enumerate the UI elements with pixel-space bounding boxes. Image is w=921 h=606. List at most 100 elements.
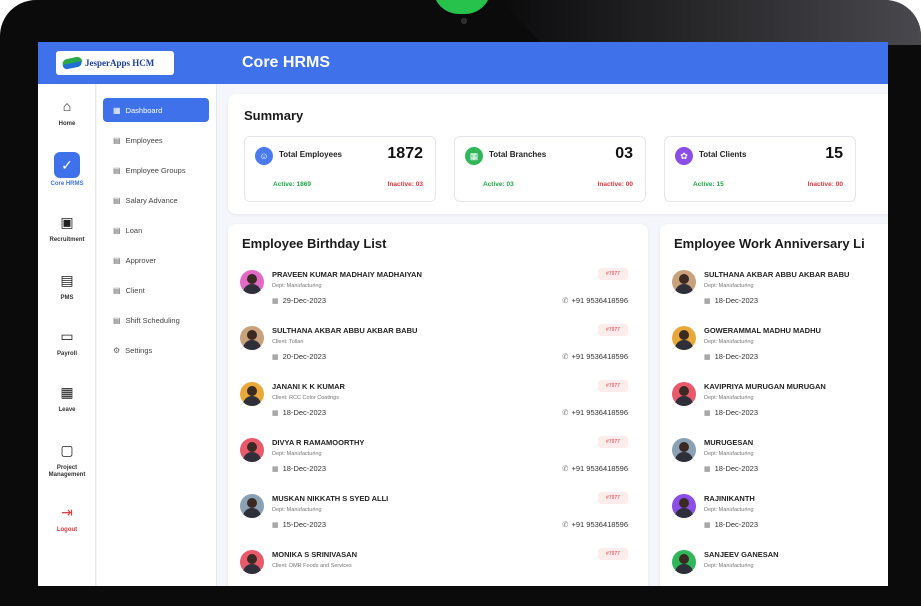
list-item[interactable]: MONIKA S SRINIVASAN Client: DMR Foods and…: [240, 548, 640, 586]
employee-phone-value: +91 9536418596: [571, 520, 628, 529]
birthday-list-title: Employee Birthday List: [242, 236, 387, 251]
rail-item-label: Core HRMS: [50, 181, 84, 187]
submenu-item-label: Salary Advance: [125, 195, 178, 205]
list-item[interactable]: KAVIPRIYA MURUGAN MURUGAN Dept: Manufactu…: [672, 380, 888, 436]
submenu-item-label: Employees: [125, 135, 163, 145]
inactive-count: Inactive: 00: [807, 181, 843, 188]
list-item[interactable]: GOWERAMMAL MADHU MADHU Dept: Manufacturin…: [672, 324, 888, 380]
employee-date: ▦ 15-Dec-2023: [272, 520, 326, 529]
submenu-item-dashboard[interactable]: ▦ Dashboard: [103, 98, 209, 122]
submenu-item-salary-advance[interactable]: ▤ Salary Advance: [103, 188, 209, 212]
app-logo[interactable]: JesperApps HCM: [56, 51, 174, 75]
avatar: [240, 550, 264, 574]
employee-date: ▦ 20-Dec-2023: [272, 352, 326, 361]
submenu-item-shift-scheduling[interactable]: ▤ Shift Scheduling: [103, 308, 209, 332]
rail-item-project-management[interactable]: ▢ Project Management: [38, 438, 96, 488]
employee-department: Dept: Manufacturing: [272, 283, 322, 289]
decorative-shape: [433, 0, 491, 14]
anniversary-list-card: Employee Work Anniversary Li SULTHANA AK…: [660, 224, 888, 586]
list-icon: ▤: [113, 195, 121, 205]
rail-item-leave[interactable]: ▦ Leave: [38, 380, 96, 430]
stat-card[interactable]: ✿ Total Clients 15 Active: 15 Inactive: 00: [664, 136, 856, 202]
employee-department: Client: DMR Foods and Services: [272, 563, 352, 569]
webcam-icon: [461, 18, 467, 24]
rail-item-label: Payroll: [56, 351, 77, 357]
employee-name: SANJEEV GANESAN: [704, 550, 779, 559]
submenu-item-approver[interactable]: ▤ Approver: [103, 248, 209, 272]
employee-date-value: 18-Dec-2023: [714, 408, 758, 417]
avatar: [672, 494, 696, 518]
avatar: [672, 550, 696, 574]
employee-name: JANANI K K KUMAR: [272, 382, 345, 391]
stat-value: 15: [825, 145, 843, 162]
list-item[interactable]: MUSKAN NIKKATH S SYED ALLI Dept: Manufact…: [240, 492, 640, 548]
employee-date: ▦ 18-Dec-2023: [704, 464, 758, 473]
avatar: [672, 326, 696, 350]
stat-card[interactable]: ▦ Total Branches 03 Active: 03 Inactive: 00: [454, 136, 646, 202]
inactive-count: Inactive: 03: [387, 181, 423, 188]
wallet-icon: ▭: [60, 327, 74, 344]
rail-item-core-hrms[interactable]: ✓ Core HRMS: [38, 152, 96, 202]
submenu-item-settings[interactable]: ⚙ Settings: [103, 338, 209, 362]
employee-date: ▦ 18-Dec-2023: [704, 352, 758, 361]
rail-item-pms[interactable]: ▤ PMS: [38, 268, 96, 318]
employee-id-badge: #7977: [598, 492, 628, 504]
submenu-item-client[interactable]: ▤ Client: [103, 278, 209, 302]
list-item[interactable]: SULTHANA AKBAR ABBU AKBAR BABU Client: To…: [240, 324, 640, 380]
employee-phone[interactable]: ✆ +91 9536418596: [562, 464, 628, 473]
clipboard-icon: ▤: [60, 271, 74, 288]
calendar-icon: ▦: [704, 522, 711, 529]
gear-icon: ⚙: [113, 345, 121, 355]
top-bar: JesperApps HCM Core HRMS: [38, 42, 888, 84]
employee-date-value: 20-Dec-2023: [282, 352, 326, 361]
list-item[interactable]: SANJEEV GANESAN Dept: Manufacturing: [672, 548, 888, 586]
sub-menu: ▦ Dashboard ▤ Employees ▤ Employee Groups ▤ Sal…: [97, 84, 217, 586]
submenu-item-label: Dashboard: [125, 105, 163, 115]
list-icon: ▤: [113, 135, 121, 145]
active-count: Active: 03: [483, 181, 514, 188]
list-item[interactable]: PRAVEEN KUMAR MADHAIY MADHAIYAN Dept: Man…: [240, 268, 640, 324]
employee-date-value: 18-Dec-2023: [714, 296, 758, 305]
employee-department: Client: RCC Color Coatings: [272, 395, 339, 401]
stat-card[interactable]: ☺ Total Employees 1872 Active: 1869 Inactive…: [244, 136, 436, 202]
document-icon: ▢: [60, 441, 74, 458]
submenu-item-employees[interactable]: ▤ Employees: [103, 128, 209, 152]
employee-date-value: 18-Dec-2023: [714, 464, 758, 473]
avatar: [240, 438, 264, 462]
rail-item-recruitment[interactable]: ▣ Recruitment: [38, 210, 96, 260]
employee-department: Dept: Manufacturing: [704, 451, 754, 457]
phone-icon: ✆: [562, 352, 569, 361]
list-item[interactable]: DIVYA R RAMAMOORTHY Dept: Manufacturing ▦ 1…: [240, 436, 640, 492]
rail-item-home[interactable]: ⌂ Home: [38, 94, 96, 144]
stat-value: 1872: [387, 145, 423, 162]
employee-phone[interactable]: ✆ +91 9536418596: [562, 296, 628, 305]
employee-name: PRAVEEN KUMAR MADHAIY MADHAIYAN: [272, 270, 422, 279]
list-item[interactable]: RAJINIKANTH Dept: Manufacturing ▦ 18-Dec-20…: [672, 492, 888, 548]
submenu-item-loan[interactable]: ▤ Loan: [103, 218, 209, 242]
list-item[interactable]: SULTHANA AKBAR ABBU AKBAR BABU Dept: Manu…: [672, 268, 888, 324]
employee-phone[interactable]: ✆ +91 9536418596: [562, 520, 628, 529]
module-rail: ⌂ Home ✓ Core HRMS ▣ Recruitment ▤ PMS ▭ Payroll ▦…: [38, 84, 96, 586]
employee-name: KAVIPRIYA MURUGAN MURUGAN: [704, 382, 826, 391]
summary-title: Summary: [244, 108, 304, 123]
stat-value: 03: [615, 145, 633, 162]
rail-item-label: Recruitment: [49, 237, 85, 243]
employee-name: RAJINIKANTH: [704, 494, 755, 503]
employee-phone[interactable]: ✆ +91 9536418596: [562, 408, 628, 417]
phone-icon: ✆: [562, 408, 569, 417]
list-item[interactable]: MURUGESAN Dept: Manufacturing ▦ 18-Dec-2023: [672, 436, 888, 492]
employee-phone[interactable]: ✆ +91 9536418596: [562, 352, 628, 361]
rail-item-logout[interactable]: ⇥ Logout: [38, 500, 96, 550]
rail-item-payroll[interactable]: ▭ Payroll: [38, 324, 96, 374]
list-item[interactable]: JANANI K K KUMAR Client: RCC Color Coatin…: [240, 380, 640, 436]
laptop-frame: JesperApps HCM Core HRMS ⌂ Home ✓ Core HRMS…: [0, 0, 921, 606]
employee-date-value: 18-Dec-2023: [282, 464, 326, 473]
employee-date-value: 29-Dec-2023: [282, 296, 326, 305]
list-icon: ▤: [113, 285, 121, 295]
home-icon: ⌂: [62, 98, 72, 114]
submenu-item-employee-groups[interactable]: ▤ Employee Groups: [103, 158, 209, 182]
calendar-icon: ▦: [272, 298, 279, 305]
logo-icon: [62, 56, 82, 70]
submenu-item-label: Client: [125, 285, 145, 295]
calendar-icon: ▦: [704, 298, 711, 305]
